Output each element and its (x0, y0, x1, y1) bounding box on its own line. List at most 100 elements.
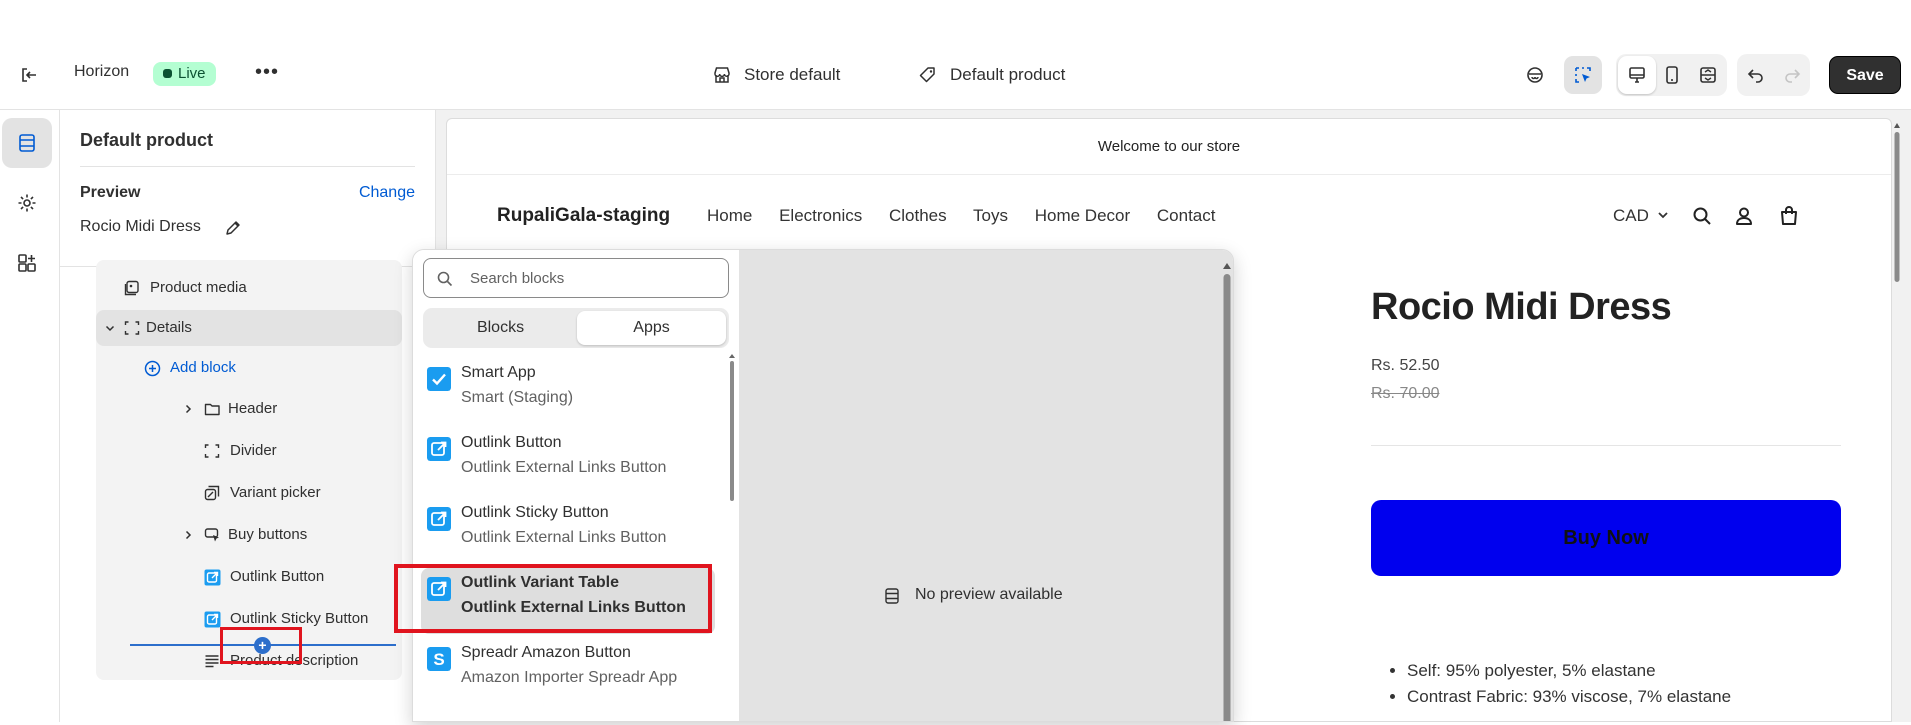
list-item: Contrast Fabric: 93% viscose, 7% elastan… (1407, 687, 1731, 707)
divider-icon (204, 444, 220, 458)
divider (1371, 445, 1841, 446)
pencil-icon[interactable] (224, 219, 242, 242)
app-block-smart-app[interactable]: Smart App Smart (Staging) (421, 358, 715, 424)
save-button[interactable]: Save (1829, 56, 1901, 94)
highlight-box (220, 627, 302, 664)
history-group (1737, 54, 1810, 96)
tree-item-outlink-button[interactable]: Outlink Button (204, 559, 404, 595)
tab-apps[interactable]: Apps (577, 311, 726, 345)
redo-icon[interactable] (1773, 56, 1811, 94)
more-horizontal-icon[interactable]: ••• (254, 62, 280, 86)
cart-icon[interactable] (1778, 205, 1800, 232)
theme-name: Horizon (74, 63, 130, 80)
app-block-name: Spreadr Amazon Button (461, 644, 631, 661)
search-icon[interactable] (1691, 205, 1713, 232)
tree-item-header[interactable]: Header (120, 391, 400, 427)
store-logo[interactable]: RupaliGala-staging (497, 205, 670, 227)
tree-item-label: Variant picker (230, 484, 321, 501)
spreadr-icon: S (427, 647, 451, 671)
preview-product-name: Rocio Midi Dress (80, 218, 201, 235)
tree-item-label: Product media (150, 279, 247, 296)
tab-blocks[interactable]: Blocks (426, 311, 575, 345)
picker-tabs: Blocks Apps (423, 308, 729, 348)
app-block-desc: Outlink External Links Button (461, 529, 667, 546)
app-block-outlink-button[interactable]: Outlink Button Outlink External Links Bu… (421, 428, 715, 494)
sidebar-title: Default product (80, 130, 213, 150)
app-block-name: Outlink Sticky Button (461, 504, 609, 521)
preview-scrollbar[interactable] (1892, 120, 1902, 720)
buy-now-button[interactable]: Buy Now (1371, 500, 1841, 576)
chevron-down-icon[interactable] (104, 322, 116, 334)
block-picker-popover: Blocks Apps Smart App Smart (Staging) Ou… (412, 249, 1234, 722)
checkbox-app-icon (427, 367, 451, 391)
product-description: Self: 95% polyester, 5% elastane Contras… (1391, 661, 1731, 713)
tag-icon (919, 67, 935, 83)
tree-item-label: Divider (230, 442, 277, 459)
nav-item-clothes[interactable]: Clothes (889, 206, 947, 225)
block-list-scrollbar[interactable] (727, 352, 737, 721)
outlink-icon (427, 507, 451, 531)
media-icon (124, 280, 139, 296)
nav-item-electronics[interactable]: Electronics (779, 206, 862, 225)
list-item: Self: 95% polyester, 5% elastane (1407, 661, 1731, 681)
live-dot-icon (163, 69, 172, 78)
sections-icon[interactable] (2, 118, 52, 168)
desktop-icon[interactable] (1618, 56, 1656, 94)
product-title: Rocio Midi Dress (1371, 286, 1672, 328)
text-icon (205, 655, 219, 668)
block-picker-list-pane: Blocks Apps Smart App Smart (Staging) Ou… (413, 250, 739, 721)
app-block-desc: Outlink External Links Button (461, 459, 667, 476)
product-label: Default product (950, 65, 1066, 84)
tree-item-divider[interactable]: Divider (204, 433, 404, 469)
viewport-toggle-group (1616, 54, 1727, 96)
add-block-button[interactable]: Add block (144, 350, 394, 386)
app-block-name: Outlink Button (461, 434, 562, 451)
tree-item-details[interactable]: Details (96, 310, 402, 346)
sections-icon (885, 588, 899, 604)
inspector-icon[interactable] (1516, 56, 1554, 94)
account-icon[interactable] (1733, 205, 1755, 232)
svg-text:S: S (433, 650, 444, 669)
folder-icon (204, 403, 220, 416)
nav-item-home-decor[interactable]: Home Decor (1035, 206, 1130, 225)
divider (80, 166, 415, 167)
mobile-icon[interactable] (1653, 56, 1691, 94)
exit-icon[interactable] (18, 64, 40, 86)
search-blocks-input[interactable] (468, 267, 718, 289)
app-block-icon (204, 611, 221, 628)
tree-item-label: Details (146, 319, 192, 336)
full-width-icon[interactable] (1689, 56, 1727, 94)
nav-item-contact[interactable]: Contact (1157, 206, 1216, 225)
nav-item-home[interactable]: Home (707, 206, 752, 225)
app-block-desc: Smart (Staging) (461, 389, 574, 406)
preview-pane-scrollbar[interactable] (1221, 256, 1233, 721)
search-blocks-field (423, 258, 729, 298)
tree-item-buy-buttons[interactable]: Buy buttons (120, 517, 400, 553)
app-block-spreadr-amazon-button[interactable]: S Spreadr Amazon Button Amazon Importer … (421, 638, 715, 704)
highlight-box (394, 564, 712, 633)
editor-topbar: Horizon Live ••• Store default Default p… (0, 40, 1911, 110)
currency-selector[interactable]: CAD (1613, 206, 1669, 226)
group-icon (124, 321, 140, 335)
block-preview-pane: No preview available (739, 250, 1233, 721)
chevron-down-icon (1658, 212, 1668, 219)
announcement-bar: Welcome to our store (447, 119, 1891, 175)
variant-icon (204, 485, 220, 501)
undo-icon[interactable] (1737, 56, 1775, 94)
change-link[interactable]: Change (359, 184, 415, 202)
chevron-right-icon[interactable] (182, 403, 194, 415)
app-block-name: Smart App (461, 364, 536, 381)
template-label: Store default (744, 65, 841, 84)
tree-item-product-media[interactable]: Product media (124, 270, 424, 306)
nav-item-toys[interactable]: Toys (973, 206, 1008, 225)
chevron-right-icon[interactable] (182, 529, 194, 541)
tree-item-variant-picker[interactable]: Variant picker (204, 475, 404, 511)
outlink-icon (427, 437, 451, 461)
app-block-outlink-sticky-button[interactable]: Outlink Sticky Button Outlink External L… (421, 498, 715, 564)
buy-buttons-icon (204, 528, 219, 542)
tree-item-label: Outlink Button (230, 568, 325, 585)
settings-icon[interactable] (2, 178, 52, 228)
add-block-label: Add block (170, 359, 236, 376)
apps-icon[interactable] (2, 238, 52, 288)
select-icon[interactable] (1564, 56, 1602, 94)
